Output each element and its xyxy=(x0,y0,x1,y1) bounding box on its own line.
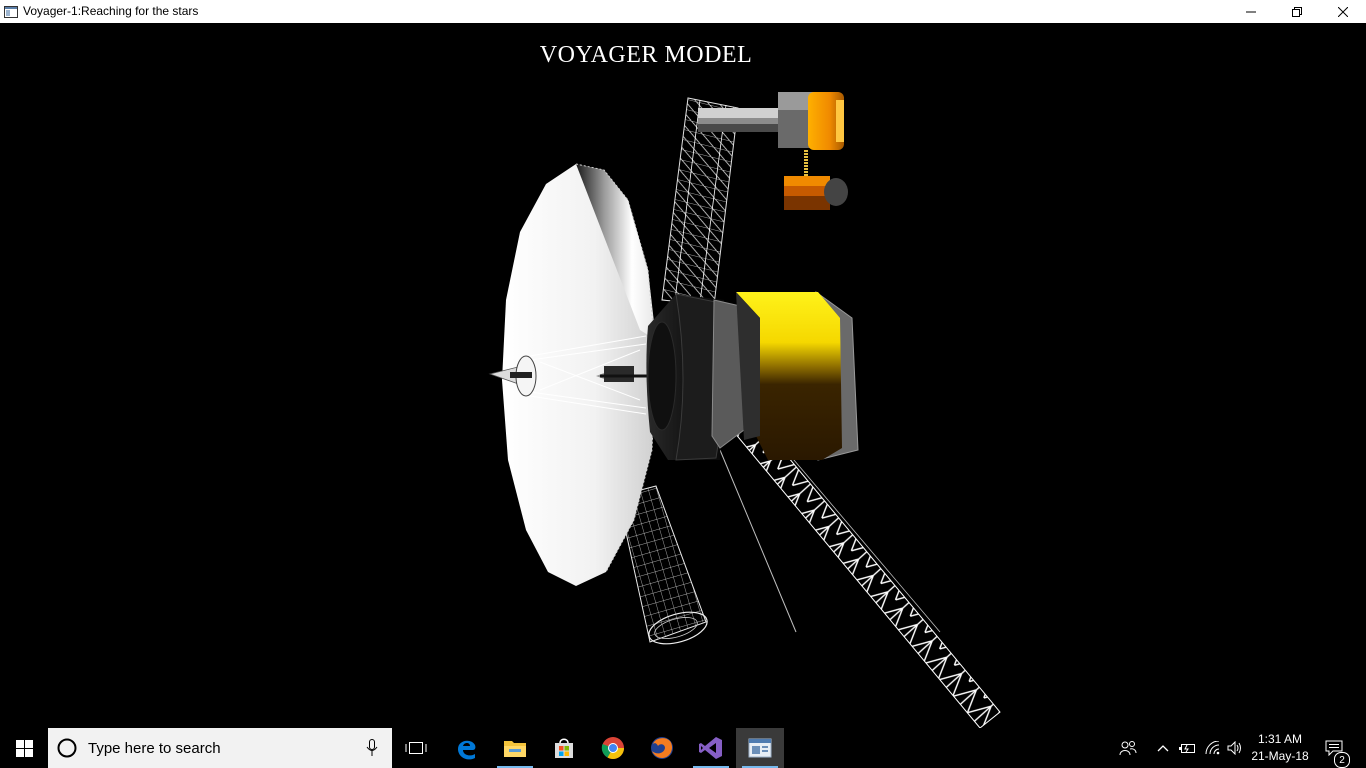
chrome-icon xyxy=(601,737,624,759)
close-button[interactable] xyxy=(1320,0,1366,23)
voyager-model-render xyxy=(488,92,1001,728)
search-placeholder: Type here to search xyxy=(88,739,221,757)
rtg-module xyxy=(711,291,859,461)
voyager-app-icon xyxy=(748,738,772,758)
tray-wifi[interactable] xyxy=(1202,728,1224,768)
minimize-button[interactable] xyxy=(1228,0,1274,23)
taskbar: Type here to search 1:31 AM 21-May-18 2 xyxy=(0,728,1366,768)
restore-icon xyxy=(1292,6,1302,17)
notification-count-badge: 2 xyxy=(1334,752,1350,768)
windows-logo-icon xyxy=(15,739,33,757)
window-titlebar: Voyager-1:Reaching for the stars xyxy=(0,0,1366,23)
people-icon xyxy=(1119,741,1137,756)
file-explorer-icon xyxy=(504,741,526,757)
minimize-icon xyxy=(1246,11,1256,12)
taskbar-store[interactable] xyxy=(540,728,588,768)
store-icon xyxy=(555,738,573,758)
taskbar-file-explorer[interactable] xyxy=(491,728,539,768)
taskbar-edge[interactable] xyxy=(443,728,491,768)
taskbar-chrome[interactable] xyxy=(589,728,637,768)
taskbar-clock[interactable]: 1:31 AM 21-May-18 xyxy=(1246,728,1314,768)
edge-icon xyxy=(458,740,476,760)
show-hidden-icons-chevron xyxy=(1157,745,1169,752)
high-gain-antenna xyxy=(488,163,657,586)
taskbar-firefox[interactable] xyxy=(638,728,686,768)
taskbar-visual-studio[interactable] xyxy=(687,728,735,768)
volume-icon xyxy=(1227,741,1241,755)
tray-battery[interactable] xyxy=(1176,728,1198,768)
taskbar-voyager-app[interactable] xyxy=(736,728,784,768)
firefox-icon xyxy=(651,737,673,759)
clock-date: 21-May-18 xyxy=(1251,749,1309,763)
wifi-icon xyxy=(1205,741,1220,755)
restore-button[interactable] xyxy=(1274,0,1320,23)
start-button[interactable] xyxy=(0,728,48,768)
window-controls xyxy=(1228,0,1366,23)
tray-show-hidden[interactable] xyxy=(1152,728,1174,768)
task-view-button[interactable] xyxy=(392,728,440,768)
rtg-boom xyxy=(719,403,1001,728)
window-title: Voyager-1:Reaching for the stars xyxy=(23,4,199,18)
tray-volume[interactable] xyxy=(1224,728,1246,768)
battery-icon xyxy=(1179,744,1195,753)
visual-studio-icon xyxy=(699,737,722,759)
tray-people[interactable] xyxy=(1114,728,1142,768)
close-icon xyxy=(1338,6,1348,17)
opengl-viewport[interactable]: VOYAGER MODEL xyxy=(0,23,1366,728)
clock-time: 1:31 AM xyxy=(1257,732,1303,746)
app-window-icon xyxy=(4,5,18,18)
cortana-icon xyxy=(57,738,77,758)
microphone-icon[interactable] xyxy=(366,739,378,757)
taskbar-search-box[interactable]: Type here to search xyxy=(48,728,392,768)
task-view-icon xyxy=(405,742,427,754)
